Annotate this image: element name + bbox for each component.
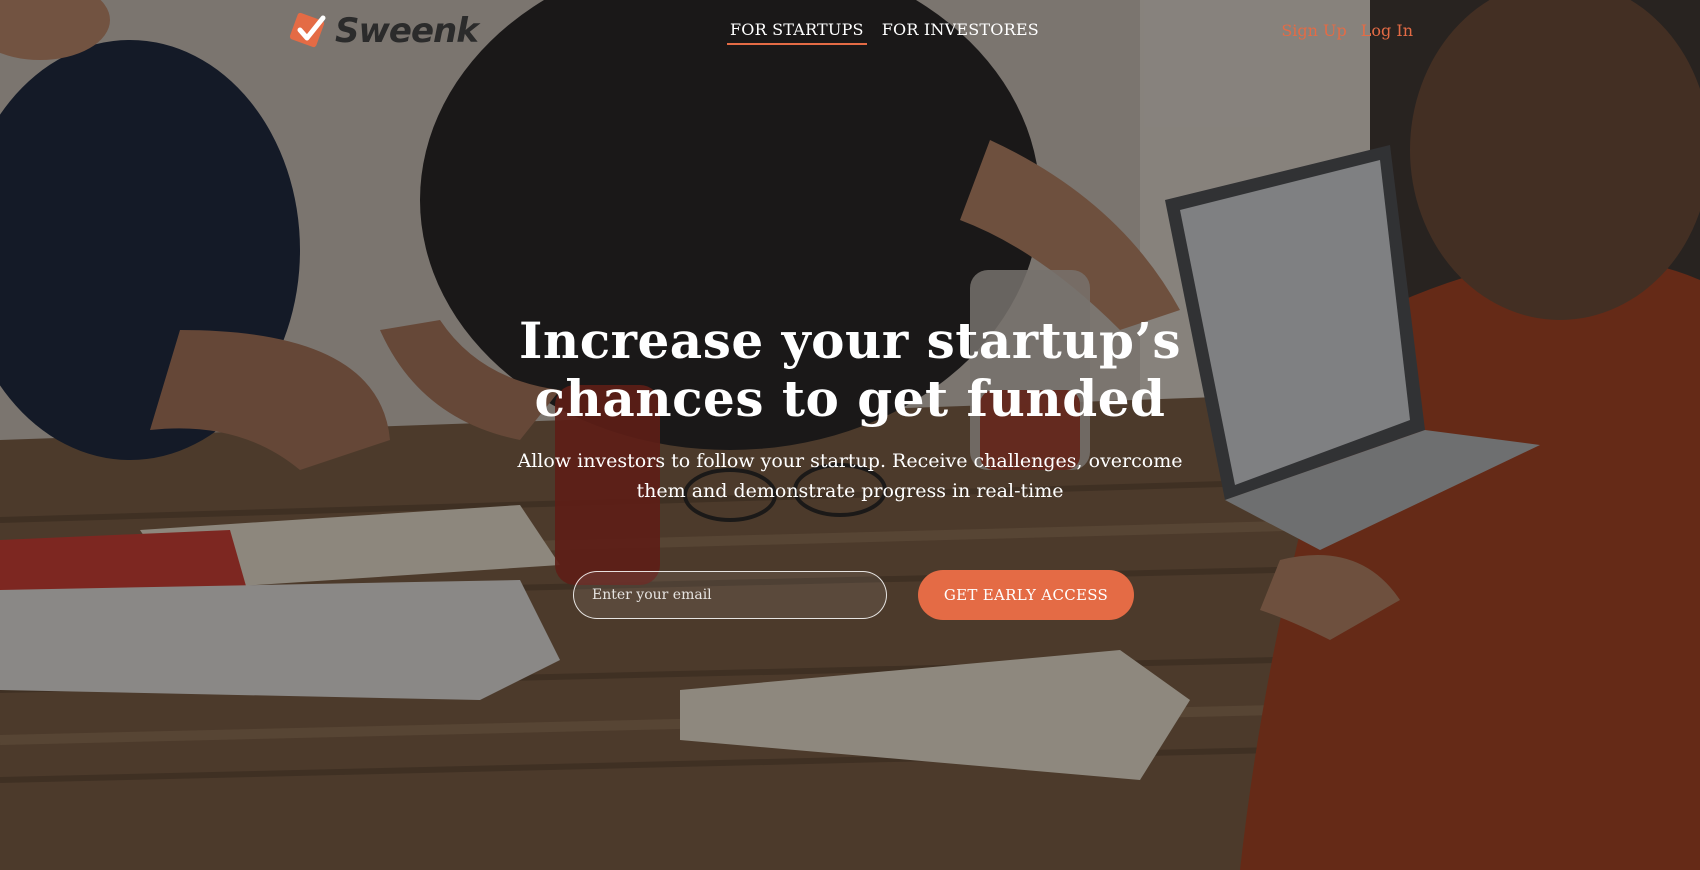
- get-early-access-button[interactable]: GET EARLY ACCESS: [918, 570, 1134, 620]
- hero-title-line-1: Increase your startup’s: [518, 311, 1182, 370]
- brand-logo[interactable]: Sweenk: [287, 10, 479, 52]
- hero-subtitle-line-1: Allow investors to follow your startup. …: [517, 450, 1183, 472]
- nav-for-investors[interactable]: FOR INVESTORES: [879, 20, 1042, 45]
- sign-up-link[interactable]: Sign Up: [1281, 21, 1346, 40]
- auth-nav: Sign Up Log In: [1281, 21, 1413, 40]
- hero-subtitle: Allow investors to follow your startup. …: [480, 446, 1220, 506]
- early-access-form: GET EARLY ACCESS: [573, 570, 1134, 620]
- hero-dark-overlay: [0, 0, 1700, 870]
- hero-title-line-2: chances to get funded: [534, 369, 1166, 428]
- brand-name: Sweenk: [335, 11, 479, 51]
- nav-for-startups[interactable]: FOR STARTUPS: [727, 20, 867, 45]
- log-in-link[interactable]: Log In: [1361, 21, 1413, 40]
- email-input[interactable]: [573, 571, 887, 619]
- main-nav: FOR STARTUPS FOR INVESTORES: [727, 20, 1042, 45]
- hero-subtitle-line-2: them and demonstrate progress in real-ti…: [636, 480, 1064, 502]
- checkmark-square-icon: [289, 12, 326, 48]
- hero-title: Increase your startup’s chances to get f…: [350, 312, 1350, 428]
